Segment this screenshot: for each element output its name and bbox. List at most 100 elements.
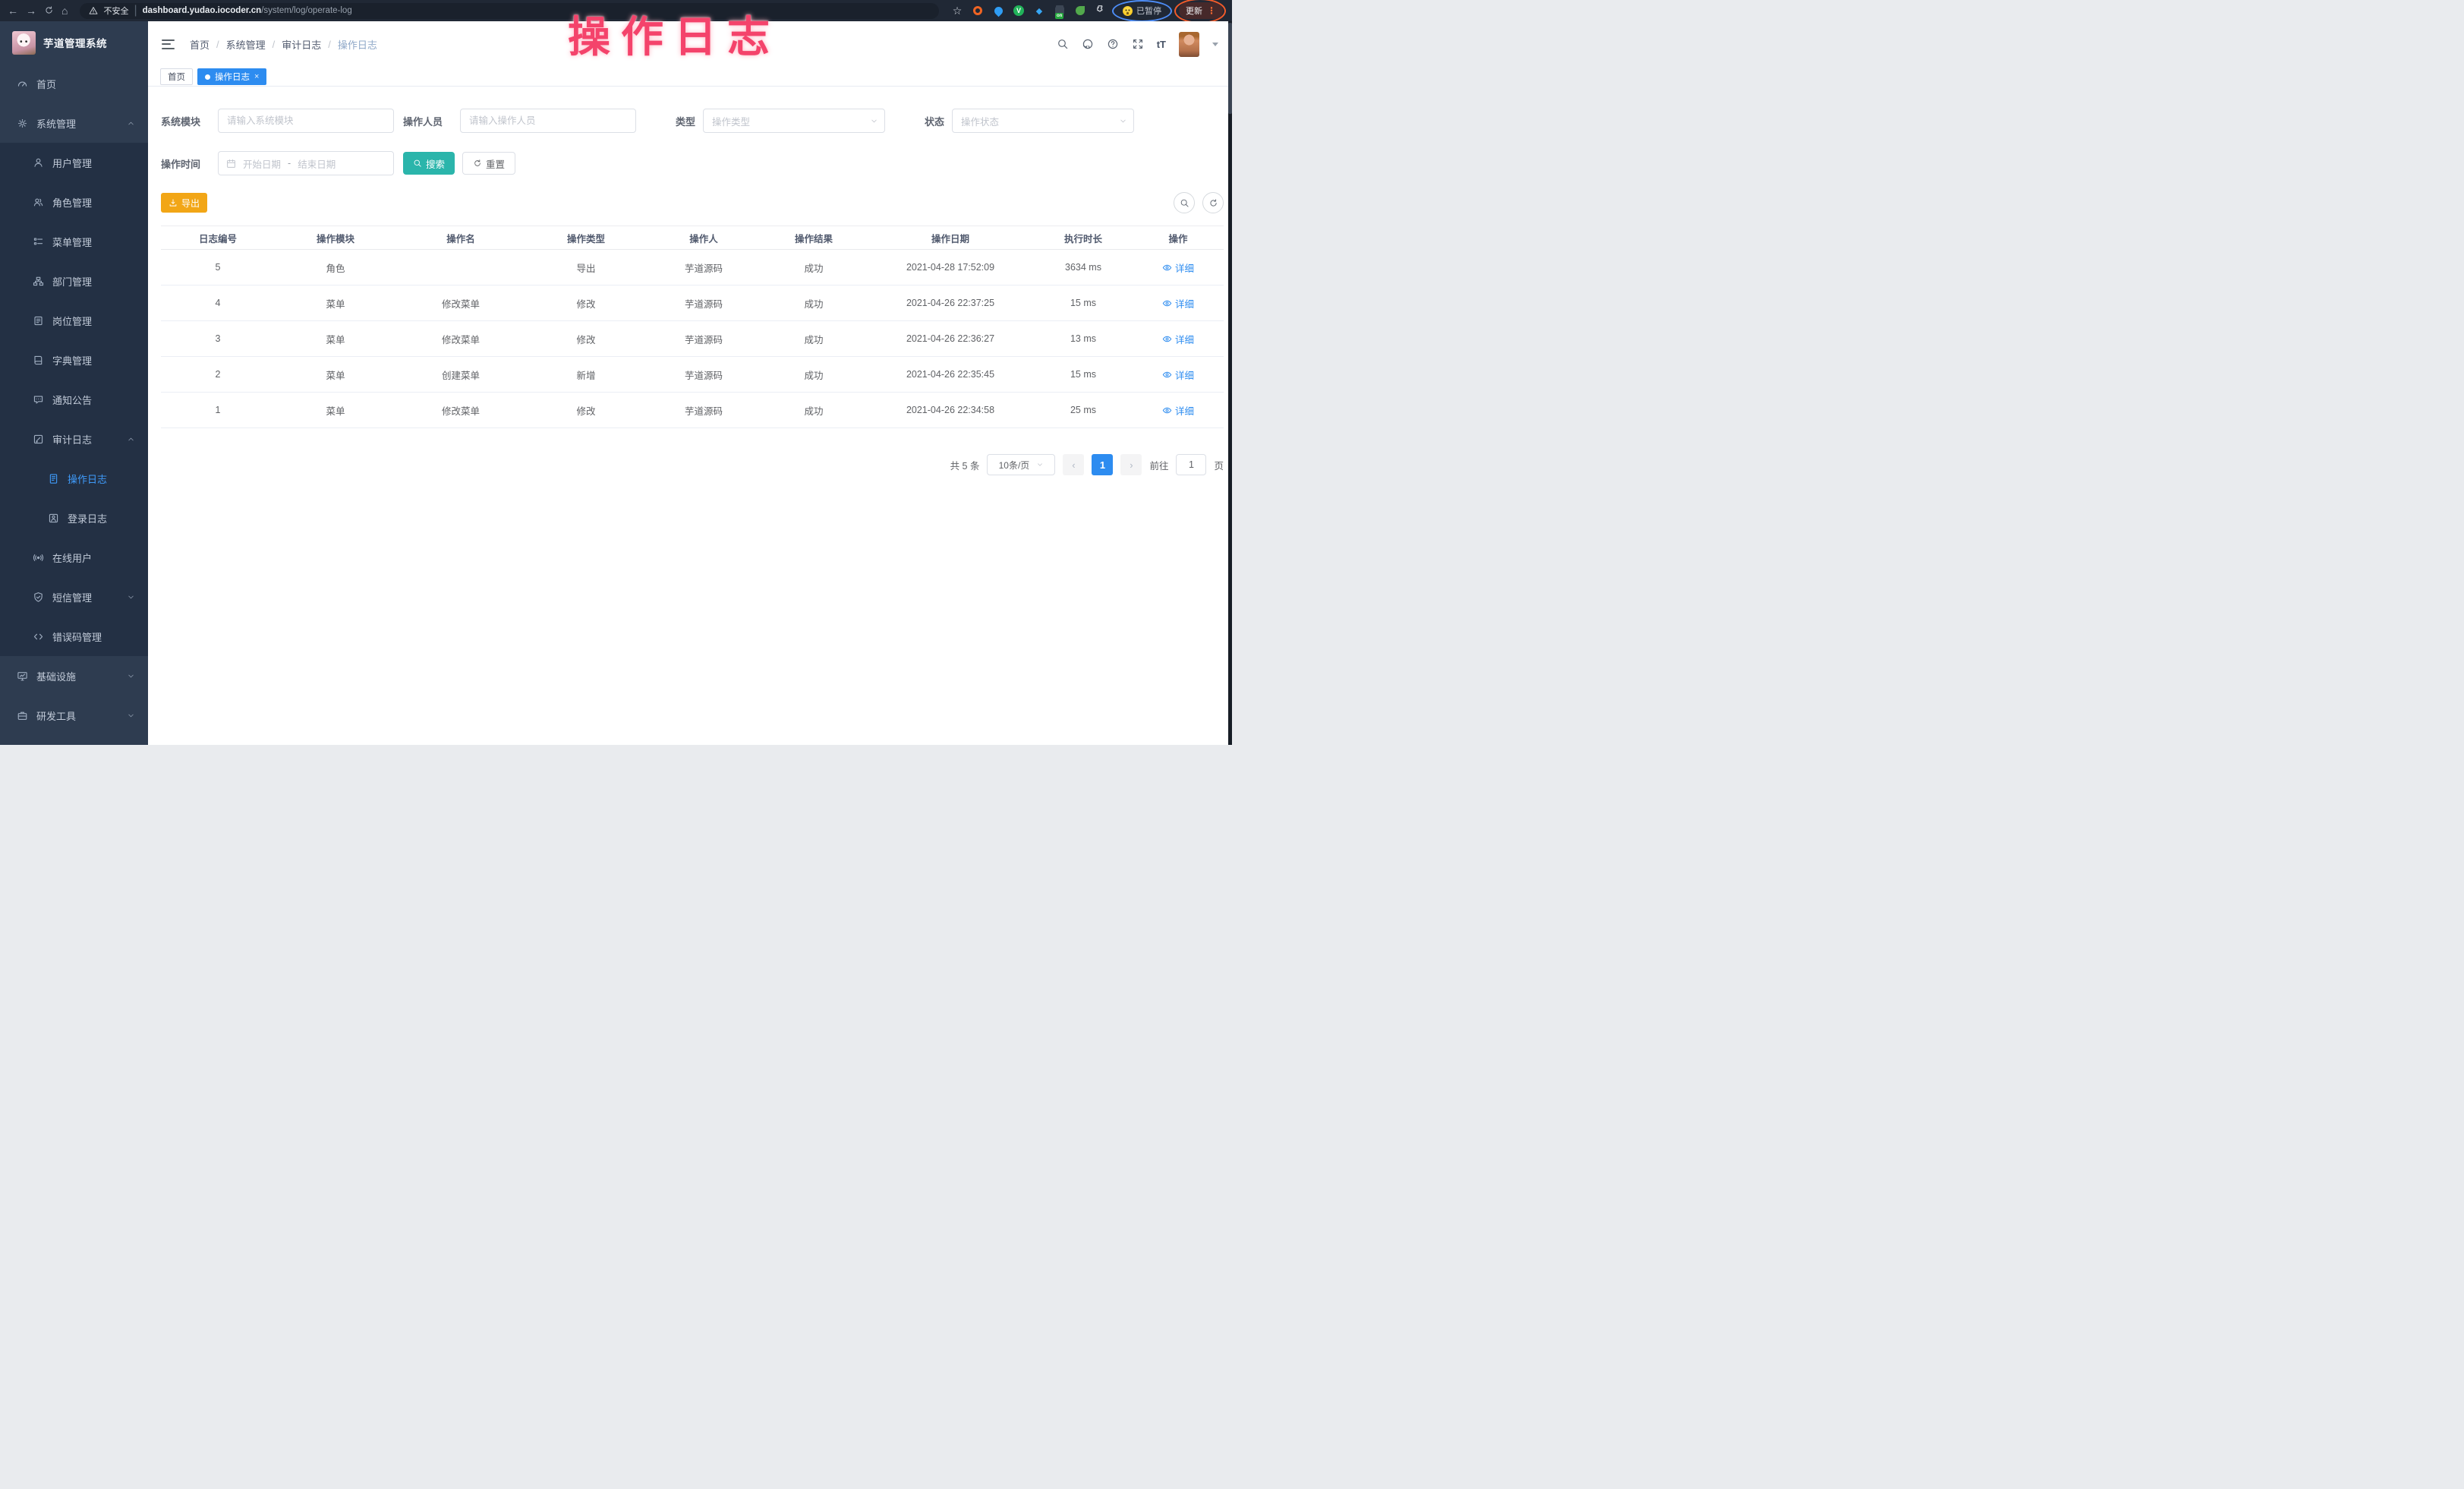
sidebar-logo[interactable]: 芋道管理系统 bbox=[0, 21, 148, 64]
status-select[interactable]: 操作状态 bbox=[952, 109, 1134, 133]
next-page-button[interactable]: › bbox=[1120, 454, 1142, 475]
browser-forward-icon[interactable]: → bbox=[26, 5, 36, 16]
show-search-toggle-icon[interactable] bbox=[1174, 192, 1195, 213]
sidebar-item-系统管理[interactable]: 系统管理 bbox=[0, 103, 148, 143]
table-row: 4菜单修改菜单修改芋道源码成功2021-04-26 22:37:2515 ms详… bbox=[161, 285, 1224, 321]
online-users-icon bbox=[32, 552, 45, 563]
sidebar-item-首页[interactable]: 首页 bbox=[0, 64, 148, 103]
cell-操作人: 芋道源码 bbox=[647, 285, 761, 321]
sidebar-item-研发工具[interactable]: 研发工具 bbox=[0, 696, 148, 735]
sidebar-item-label: 部门管理 bbox=[52, 274, 92, 289]
type-select[interactable]: 操作类型 bbox=[703, 109, 885, 133]
breadcrumb-item-审计日志[interactable]: 审计日志 bbox=[282, 37, 321, 52]
screen: ← → ⌂ 不安全 | dashboard.yudao.iocoder.cn/s… bbox=[0, 0, 1232, 745]
module-input[interactable] bbox=[218, 109, 394, 133]
page-size-select[interactable]: 10条/页 bbox=[987, 454, 1055, 475]
goto-page-input[interactable] bbox=[1176, 454, 1206, 475]
sidebar-item-label: 角色管理 bbox=[52, 195, 92, 210]
sidebar-item-label: 操作日志 bbox=[68, 472, 107, 486]
bookmark-star-icon[interactable]: ☆ bbox=[951, 5, 963, 17]
cell-操作结果: 成功 bbox=[761, 393, 867, 428]
cell-操作: 详细 bbox=[1133, 357, 1224, 393]
help-icon[interactable] bbox=[1107, 38, 1119, 50]
status-label: 状态 bbox=[912, 114, 944, 128]
cell-操作结果: 成功 bbox=[761, 321, 867, 357]
avatar-caret-icon[interactable] bbox=[1212, 43, 1218, 46]
sidebar-item-错误码管理[interactable]: 错误码管理 bbox=[0, 617, 148, 656]
cell-操作结果: 成功 bbox=[761, 285, 867, 321]
breadcrumb-separator: / bbox=[273, 39, 276, 50]
detail-link[interactable]: 详细 bbox=[1162, 260, 1194, 275]
close-icon[interactable]: × bbox=[254, 73, 259, 81]
sidebar-item-操作日志[interactable]: 操作日志 bbox=[0, 459, 148, 498]
page-scrollbar[interactable] bbox=[1228, 21, 1232, 745]
profile-paused-chip[interactable]: 已暂停 bbox=[1117, 3, 1167, 18]
cell-执行时长: 25 ms bbox=[1034, 393, 1133, 428]
devtools-case-icon bbox=[16, 710, 29, 721]
ext-tabs-icon[interactable]: on bbox=[1054, 5, 1066, 17]
operate-log-icon bbox=[47, 473, 60, 484]
detail-link[interactable]: 详细 bbox=[1162, 332, 1194, 346]
cell-操作类型: 新增 bbox=[525, 357, 647, 393]
extensions-puzzle-icon[interactable] bbox=[1095, 5, 1107, 17]
ext-blue-drop-icon[interactable] bbox=[992, 5, 1004, 17]
status-select-placeholder: 操作状态 bbox=[961, 114, 999, 128]
eye-icon bbox=[1162, 405, 1172, 415]
sidebar-item-label: 在线用户 bbox=[52, 550, 92, 565]
prev-page-button[interactable]: ‹ bbox=[1063, 454, 1084, 475]
user-avatar[interactable] bbox=[1179, 32, 1199, 57]
detail-link[interactable]: 详细 bbox=[1162, 296, 1194, 311]
sidebar-collapse-icon[interactable] bbox=[162, 39, 175, 49]
ext-green-check-icon[interactable]: V bbox=[1013, 5, 1025, 17]
font-size-icon[interactable]: tT bbox=[1157, 39, 1166, 50]
table-row: 1菜单修改菜单修改芋道源码成功2021-04-26 22:34:5825 ms详… bbox=[161, 393, 1224, 428]
sidebar-item-用户管理[interactable]: 用户管理 bbox=[0, 143, 148, 182]
sidebar-item-字典管理[interactable]: 字典管理 bbox=[0, 340, 148, 380]
sidebar-item-通知公告[interactable]: 通知公告 bbox=[0, 380, 148, 419]
sidebar-item-菜单管理[interactable]: 菜单管理 bbox=[0, 222, 148, 261]
browser-update-button[interactable]: 更新 ⋮ bbox=[1179, 2, 1223, 19]
detail-link[interactable]: 详细 bbox=[1162, 368, 1194, 382]
fullscreen-icon[interactable] bbox=[1132, 38, 1144, 50]
insecure-label: 不安全 bbox=[103, 5, 128, 17]
sidebar-item-审计日志[interactable]: 审计日志 bbox=[0, 419, 148, 459]
browser-reload-icon[interactable] bbox=[44, 5, 54, 17]
refresh-table-icon[interactable] bbox=[1202, 192, 1224, 213]
sidebar-item-短信管理[interactable]: 短信管理 bbox=[0, 577, 148, 617]
sidebar-item-label: 基础设施 bbox=[36, 669, 76, 683]
cell-操作模块: 角色 bbox=[275, 250, 396, 285]
address-bar[interactable]: 不安全 | dashboard.yudao.iocoder.cn/system/… bbox=[80, 3, 939, 19]
eye-icon bbox=[1162, 298, 1172, 308]
sidebar-item-在线用户[interactable]: 在线用户 bbox=[0, 538, 148, 577]
export-button[interactable]: 导出 bbox=[161, 193, 207, 213]
sidebar-item-角色管理[interactable]: 角色管理 bbox=[0, 182, 148, 222]
current-page-button[interactable]: 1 bbox=[1092, 454, 1113, 475]
operator-input[interactable] bbox=[460, 109, 636, 133]
cell-操作: 详细 bbox=[1133, 393, 1224, 428]
sidebar-item-label: 通知公告 bbox=[52, 393, 92, 407]
reset-button[interactable]: 重置 bbox=[462, 152, 515, 175]
sidebar-item-部门管理[interactable]: 部门管理 bbox=[0, 261, 148, 301]
search-icon[interactable] bbox=[1057, 38, 1069, 50]
detail-link[interactable]: 详细 bbox=[1162, 403, 1194, 418]
browser-home-icon[interactable]: ⌂ bbox=[61, 5, 68, 16]
breadcrumb-item-首页[interactable]: 首页 bbox=[190, 37, 210, 52]
sidebar-item-label: 研发工具 bbox=[36, 708, 76, 723]
search-button[interactable]: 搜索 bbox=[403, 152, 455, 175]
sidebar-item-基础设施[interactable]: 基础设施 bbox=[0, 656, 148, 696]
breadcrumb-item-系统管理[interactable]: 系统管理 bbox=[226, 37, 266, 52]
tab-操作日志[interactable]: 操作日志× bbox=[197, 68, 266, 85]
chevron-down-icon bbox=[870, 117, 878, 125]
ext-orange-ring-icon[interactable] bbox=[972, 5, 984, 17]
browser-menu-kebab-icon[interactable]: ⋮ bbox=[1207, 7, 1216, 14]
tab-首页[interactable]: 首页 bbox=[160, 68, 193, 85]
ext-leaf-icon[interactable] bbox=[1074, 5, 1086, 17]
ext-blue-diamond-icon[interactable]: ◆ bbox=[1033, 5, 1045, 17]
column-header-操作名: 操作名 bbox=[396, 226, 525, 250]
shield-icon bbox=[32, 591, 45, 603]
browser-back-icon[interactable]: ← bbox=[8, 5, 18, 16]
github-icon[interactable] bbox=[1082, 38, 1094, 50]
date-range-picker[interactable]: 开始日期 - 结束日期 bbox=[218, 151, 394, 175]
sidebar-item-登录日志[interactable]: 登录日志 bbox=[0, 498, 148, 538]
sidebar-item-岗位管理[interactable]: 岗位管理 bbox=[0, 301, 148, 340]
